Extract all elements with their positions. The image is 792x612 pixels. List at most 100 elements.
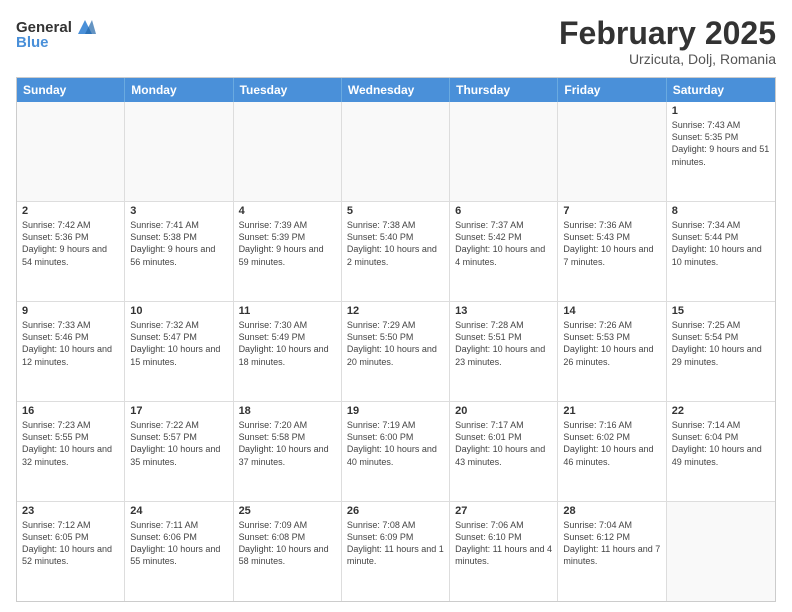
day-info: Sunrise: 7:04 AM Sunset: 6:12 PM Dayligh… xyxy=(563,519,660,568)
cell-w3-d1: 9 Sunrise: 7:33 AM Sunset: 5:46 PM Daylig… xyxy=(17,302,125,401)
header-tuesday: Tuesday xyxy=(234,78,342,102)
main-title: February 2025 xyxy=(559,16,776,51)
day-info: Sunrise: 7:19 AM Sunset: 6:00 PM Dayligh… xyxy=(347,419,444,468)
day-info: Sunrise: 7:22 AM Sunset: 5:57 PM Dayligh… xyxy=(130,419,227,468)
day-number: 6 xyxy=(455,205,552,217)
day-info: Sunrise: 7:28 AM Sunset: 5:51 PM Dayligh… xyxy=(455,319,552,368)
day-info: Sunrise: 7:33 AM Sunset: 5:46 PM Dayligh… xyxy=(22,319,119,368)
day-info: Sunrise: 7:30 AM Sunset: 5:49 PM Dayligh… xyxy=(239,319,336,368)
day-number: 4 xyxy=(239,205,336,217)
day-number: 26 xyxy=(347,505,444,517)
day-number: 9 xyxy=(22,305,119,317)
cell-w5-d5: 27 Sunrise: 7:06 AM Sunset: 6:10 PM Dayli… xyxy=(450,502,558,601)
logo-blue: Blue xyxy=(16,34,49,51)
day-number: 16 xyxy=(22,405,119,417)
cell-w4-d2: 17 Sunrise: 7:22 AM Sunset: 5:57 PM Dayli… xyxy=(125,402,233,501)
day-number: 10 xyxy=(130,305,227,317)
day-number: 24 xyxy=(130,505,227,517)
logo-icon xyxy=(74,16,96,38)
day-number: 8 xyxy=(672,205,770,217)
day-info: Sunrise: 7:12 AM Sunset: 6:05 PM Dayligh… xyxy=(22,519,119,568)
day-number: 22 xyxy=(672,405,770,417)
cell-w5-d7 xyxy=(667,502,775,601)
day-number: 1 xyxy=(672,105,770,117)
day-info: Sunrise: 7:37 AM Sunset: 5:42 PM Dayligh… xyxy=(455,219,552,268)
day-number: 20 xyxy=(455,405,552,417)
title-area: February 2025 Urzicuta, Dolj, Romania xyxy=(559,16,776,67)
day-info: Sunrise: 7:42 AM Sunset: 5:36 PM Dayligh… xyxy=(22,219,119,268)
cell-w1-d1 xyxy=(17,102,125,201)
day-info: Sunrise: 7:32 AM Sunset: 5:47 PM Dayligh… xyxy=(130,319,227,368)
cell-w2-d7: 8Sunrise: 7:34 AM Sunset: 5:44 PM Daylig… xyxy=(667,202,775,301)
day-info: Sunrise: 7:39 AM Sunset: 5:39 PM Dayligh… xyxy=(239,219,336,268)
header-friday: Friday xyxy=(558,78,666,102)
header-thursday: Thursday xyxy=(450,78,558,102)
cell-w5-d3: 25 Sunrise: 7:09 AM Sunset: 6:08 PM Dayli… xyxy=(234,502,342,601)
header-monday: Monday xyxy=(125,78,233,102)
cell-w4-d3: 18Sunrise: 7:20 AM Sunset: 5:58 PM Dayli… xyxy=(234,402,342,501)
cell-w4-d6: 21Sunrise: 7:16 AM Sunset: 6:02 PM Dayli… xyxy=(558,402,666,501)
logo: General Blue xyxy=(16,16,96,51)
cell-w1-d4 xyxy=(342,102,450,201)
calendar: Sunday Monday Tuesday Wednesday Thursday… xyxy=(16,77,776,602)
week-2: 2 Sunrise: 7:42 AM Sunset: 5:36 PM Daylig… xyxy=(17,202,775,302)
day-number: 25 xyxy=(239,505,336,517)
week-3: 9 Sunrise: 7:33 AM Sunset: 5:46 PM Daylig… xyxy=(17,302,775,402)
day-info: Sunrise: 7:17 AM Sunset: 6:01 PM Dayligh… xyxy=(455,419,552,468)
cell-w1-d2 xyxy=(125,102,233,201)
day-info: Sunrise: 7:06 AM Sunset: 6:10 PM Dayligh… xyxy=(455,519,552,568)
header-saturday: Saturday xyxy=(667,78,775,102)
day-info: Sunrise: 7:43 AM Sunset: 5:35 PM Dayligh… xyxy=(672,119,770,168)
cell-w2-d2: 3Sunrise: 7:41 AM Sunset: 5:38 PM Daylig… xyxy=(125,202,233,301)
cell-w4-d7: 22Sunrise: 7:14 AM Sunset: 6:04 PM Dayli… xyxy=(667,402,775,501)
cell-w4-d5: 20 Sunrise: 7:17 AM Sunset: 6:01 PM Dayli… xyxy=(450,402,558,501)
cell-w5-d6: 28 Sunrise: 7:04 AM Sunset: 6:12 PM Dayli… xyxy=(558,502,666,601)
logo-general: General xyxy=(16,19,72,36)
day-number: 14 xyxy=(563,305,660,317)
cell-w1-d5 xyxy=(450,102,558,201)
day-number: 13 xyxy=(455,305,552,317)
cell-w3-d2: 10 Sunrise: 7:32 AM Sunset: 5:47 PM Dayli… xyxy=(125,302,233,401)
cell-w5-d1: 23Sunrise: 7:12 AM Sunset: 6:05 PM Dayli… xyxy=(17,502,125,601)
day-number: 12 xyxy=(347,305,444,317)
day-number: 15 xyxy=(672,305,770,317)
header-wednesday: Wednesday xyxy=(342,78,450,102)
subtitle: Urzicuta, Dolj, Romania xyxy=(559,51,776,67)
day-info: Sunrise: 7:36 AM Sunset: 5:43 PM Dayligh… xyxy=(563,219,660,268)
day-number: 11 xyxy=(239,305,336,317)
day-number: 27 xyxy=(455,505,552,517)
cell-w1-d6 xyxy=(558,102,666,201)
cell-w5-d2: 24 Sunrise: 7:11 AM Sunset: 6:06 PM Dayli… xyxy=(125,502,233,601)
day-info: Sunrise: 7:09 AM Sunset: 6:08 PM Dayligh… xyxy=(239,519,336,568)
cell-w4-d4: 19 Sunrise: 7:19 AM Sunset: 6:00 PM Dayli… xyxy=(342,402,450,501)
calendar-header-row: Sunday Monday Tuesday Wednesday Thursday… xyxy=(17,78,775,102)
day-info: Sunrise: 7:16 AM Sunset: 6:02 PM Dayligh… xyxy=(563,419,660,468)
header: General Blue February 2025 Urzicuta, Dol… xyxy=(16,16,776,67)
cell-w3-d4: 12 Sunrise: 7:29 AM Sunset: 5:50 PM Dayli… xyxy=(342,302,450,401)
week-5: 23Sunrise: 7:12 AM Sunset: 6:05 PM Dayli… xyxy=(17,502,775,601)
cell-w2-d5: 6 Sunrise: 7:37 AM Sunset: 5:42 PM Daylig… xyxy=(450,202,558,301)
day-info: Sunrise: 7:08 AM Sunset: 6:09 PM Dayligh… xyxy=(347,519,444,568)
day-number: 3 xyxy=(130,205,227,217)
day-info: Sunrise: 7:11 AM Sunset: 6:06 PM Dayligh… xyxy=(130,519,227,568)
cell-w2-d1: 2 Sunrise: 7:42 AM Sunset: 5:36 PM Daylig… xyxy=(17,202,125,301)
day-number: 17 xyxy=(130,405,227,417)
cell-w3-d3: 11 Sunrise: 7:30 AM Sunset: 5:49 PM Dayli… xyxy=(234,302,342,401)
day-number: 2 xyxy=(22,205,119,217)
day-number: 28 xyxy=(563,505,660,517)
cell-w3-d6: 14 Sunrise: 7:26 AM Sunset: 5:53 PM Dayli… xyxy=(558,302,666,401)
day-info: Sunrise: 7:23 AM Sunset: 5:55 PM Dayligh… xyxy=(22,419,119,468)
cell-w3-d7: 15Sunrise: 7:25 AM Sunset: 5:54 PM Dayli… xyxy=(667,302,775,401)
header-sunday: Sunday xyxy=(17,78,125,102)
day-info: Sunrise: 7:26 AM Sunset: 5:53 PM Dayligh… xyxy=(563,319,660,368)
week-1: 1 Sunrise: 7:43 AM Sunset: 5:35 PM Daylig… xyxy=(17,102,775,202)
page: General Blue February 2025 Urzicuta, Dol… xyxy=(0,0,792,612)
day-number: 18 xyxy=(239,405,336,417)
day-info: Sunrise: 7:38 AM Sunset: 5:40 PM Dayligh… xyxy=(347,219,444,268)
day-number: 7 xyxy=(563,205,660,217)
day-number: 19 xyxy=(347,405,444,417)
calendar-body: 1 Sunrise: 7:43 AM Sunset: 5:35 PM Daylig… xyxy=(17,102,775,601)
day-info: Sunrise: 7:29 AM Sunset: 5:50 PM Dayligh… xyxy=(347,319,444,368)
cell-w1-d7: 1 Sunrise: 7:43 AM Sunset: 5:35 PM Daylig… xyxy=(667,102,775,201)
cell-w5-d4: 26 Sunrise: 7:08 AM Sunset: 6:09 PM Dayli… xyxy=(342,502,450,601)
